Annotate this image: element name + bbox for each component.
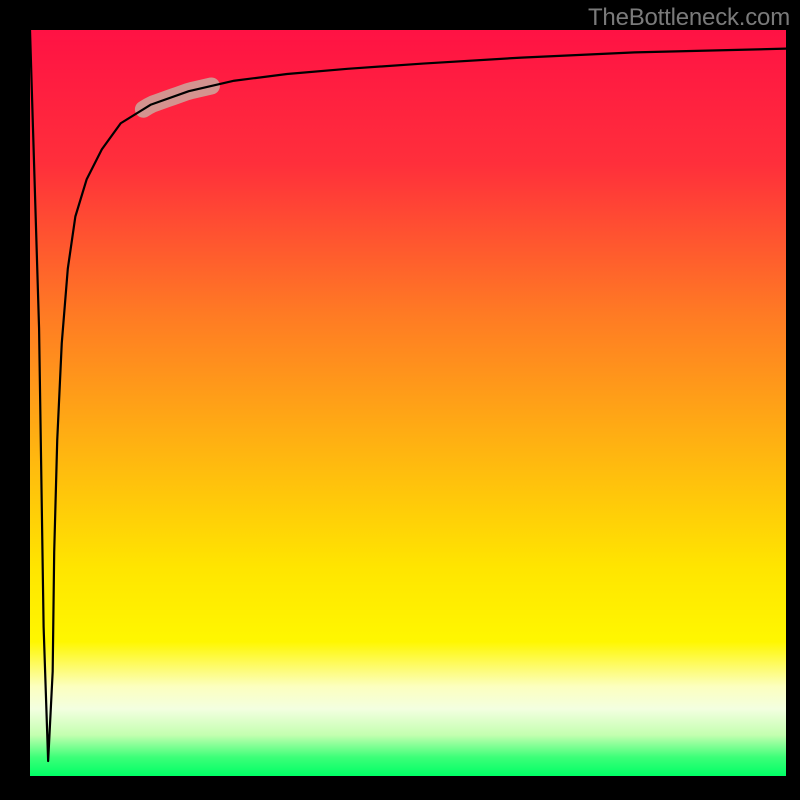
chart-stage: TheBottleneck.com (0, 0, 800, 800)
bottleneck-curve (30, 30, 786, 761)
plot-area (30, 30, 786, 776)
curve-highlight (143, 86, 211, 109)
curve-layer (30, 30, 786, 776)
attribution-label: TheBottleneck.com (588, 4, 790, 32)
